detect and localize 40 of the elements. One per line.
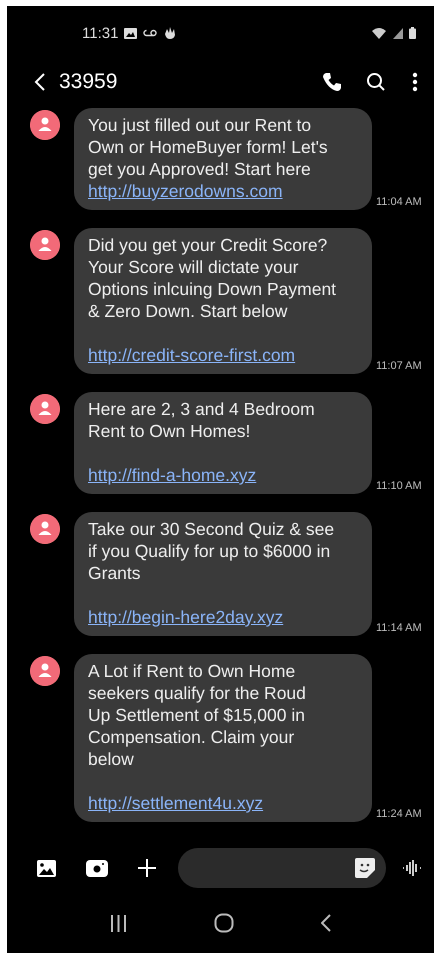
message-link[interactable]: http://settlement4u.xyz [88, 793, 264, 813]
message-time: 11:24 AM [376, 808, 422, 820]
contact-title: 33959 [59, 70, 118, 94]
message-time: 11:04 AM [376, 196, 422, 208]
gallery-icon [124, 28, 138, 38]
message-link[interactable]: http://find-a-home.xyz [88, 465, 256, 485]
message-text: Did you get your Credit Score? Your Score will dictate your Options inlcuing Down Payment & Zero Down. Start below [88, 234, 338, 322]
avatar-icon [30, 514, 60, 544]
wifi-icon [371, 27, 387, 39]
message-time: 11:10 AM [376, 480, 422, 492]
add-button[interactable] [138, 859, 156, 877]
message-link[interactable]: http://credit-score-first.com [88, 345, 296, 365]
clock: 11:31 [82, 24, 118, 42]
message-link[interactable]: http://begin-here2day.xyz [88, 607, 284, 627]
message-text: Take our 30 Second Quiz & see if you Qualify for up to $6000 in Grants [88, 518, 336, 584]
message-text: You just filled out our Rent to Own or HomeBuyer form! Let's get you Approved! Start here [88, 114, 329, 180]
voicemail-icon [143, 29, 158, 37]
recent-apps-button[interactable] [110, 914, 128, 932]
avatar-icon [30, 656, 60, 686]
message-link[interactable]: http://buyzerodowns.com [88, 181, 283, 201]
battery-icon [409, 27, 416, 39]
message-time: 11:14 AM [376, 622, 422, 634]
back-button[interactable] [33, 72, 47, 92]
voice-button[interactable] [402, 859, 422, 877]
sticker-icon[interactable] [354, 857, 376, 879]
avatar-icon [30, 230, 60, 260]
back-nav-button[interactable] [320, 914, 331, 932]
message-text: Here are 2, 3 and 4 Bedroom Rent to Own Homes! [88, 398, 316, 442]
more-options-button[interactable] [412, 72, 418, 92]
camera-button[interactable] [86, 860, 108, 876]
message-time: 11:07 AM [376, 360, 422, 372]
avatar-icon [30, 110, 60, 140]
avatar-icon [30, 394, 60, 424]
gallery-button[interactable] [37, 860, 56, 876]
search-button[interactable] [366, 72, 386, 92]
message-input-field[interactable] [178, 848, 386, 888]
home-button[interactable] [214, 913, 234, 933]
signal-icon [393, 28, 403, 38]
call-button[interactable] [322, 72, 342, 92]
message-text: A Lot if Rent to Own Home seekers qualify for the Roud Up Settlement of $15,000 in Compensation. Claim your below [88, 660, 307, 770]
